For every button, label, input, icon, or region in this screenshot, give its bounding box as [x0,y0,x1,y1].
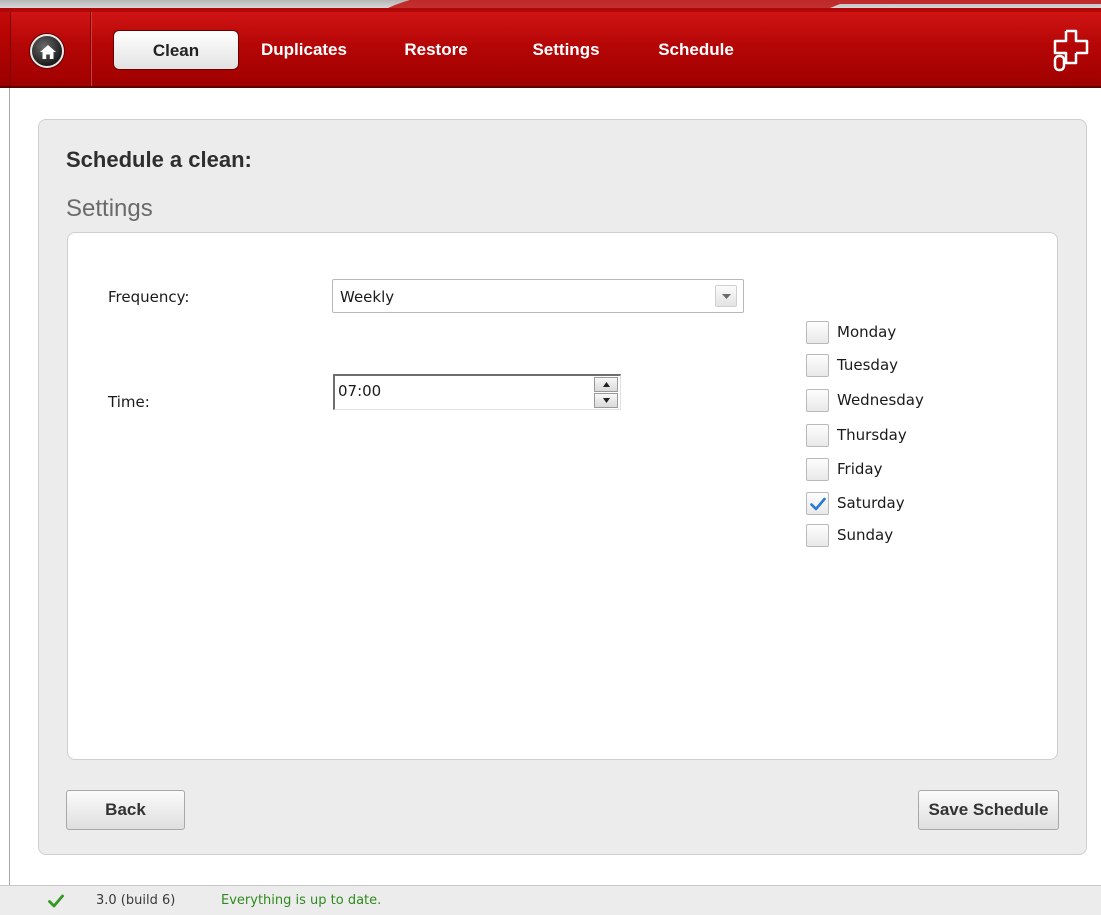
dropdown-arrow-button[interactable] [715,285,737,307]
frequency-label: Frequency: [108,288,190,306]
status-message: Everything is up to date. [221,893,382,908]
frequency-value: Weekly [340,288,395,306]
tab-settings[interactable]: Settings [522,30,610,70]
checkbox[interactable] [806,354,829,377]
checkbox[interactable] [806,389,829,412]
nav-divider [90,12,91,86]
window-left-edge [9,88,10,888]
chevron-down-icon [722,294,731,299]
checkbox-checked[interactable] [806,492,829,515]
checkbox[interactable] [806,321,829,344]
checkbox[interactable] [806,524,829,547]
checkbox[interactable] [806,424,829,447]
frequency-select[interactable]: Weekly [332,279,744,313]
version-text: 3.0 (build 6) [96,893,176,908]
tab-clean[interactable]: Clean [113,30,239,70]
day-label: Tuesday [837,356,899,374]
time-decrement-button[interactable] [594,393,618,408]
section-subtitle: Settings [66,195,153,222]
tab-schedule[interactable]: Schedule [648,30,744,70]
page-title: Schedule a clean: [66,147,252,172]
save-schedule-button[interactable]: Save Schedule [918,790,1059,830]
day-label: Saturday [837,494,905,512]
tab-restore[interactable]: Restore [392,30,480,70]
time-value: 07:00 [338,382,382,400]
checkmark-icon [810,497,826,511]
day-label: Sunday [837,526,894,544]
time-label: Time: [108,393,150,411]
time-increment-button[interactable] [594,377,618,392]
spin-down-icon [603,398,610,403]
day-label: Wednesday [837,391,924,409]
checkbox[interactable] [806,458,829,481]
top-strip-swoosh [0,0,1101,12]
day-label: Monday [837,323,897,341]
day-label: Thursday [837,426,907,444]
status-check-icon [48,894,64,908]
spin-up-icon [603,382,610,387]
back-button[interactable]: Back [66,790,185,830]
time-input[interactable]: 07:00 [333,374,621,410]
tab-duplicates[interactable]: Duplicates [252,30,356,70]
app-logo-icon [1053,29,1089,72]
home-icon [40,45,56,59]
home-button[interactable] [30,34,64,68]
day-label: Friday [837,460,883,478]
